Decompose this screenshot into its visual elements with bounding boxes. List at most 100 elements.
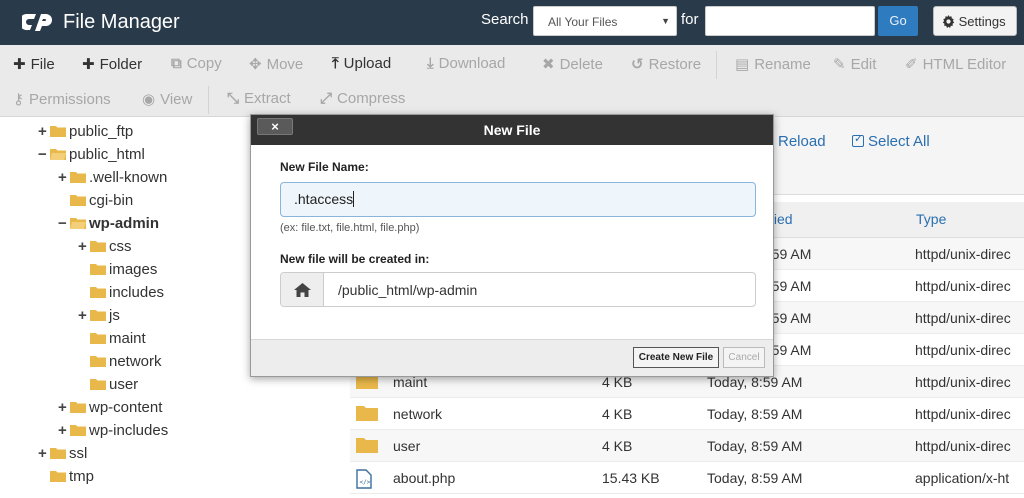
tree-item-label: maint xyxy=(109,330,146,347)
move-icon: ✥ xyxy=(249,56,262,73)
column-type[interactable]: Type xyxy=(916,211,946,227)
html-editor-button[interactable]: ✐ HTML Editor xyxy=(905,55,1006,73)
expand-icon[interactable]: + xyxy=(78,307,90,324)
expand-icon[interactable]: + xyxy=(58,422,70,439)
tree-item-includes[interactable]: includes xyxy=(78,284,164,307)
move-button[interactable]: ✥ Move xyxy=(249,55,303,73)
download-icon: ⤓ xyxy=(427,55,434,72)
edit-button[interactable]: ✎ Edit xyxy=(833,55,876,73)
compress-button[interactable]: ⤢ Compress xyxy=(320,90,405,107)
tree-item-label: wp-includes xyxy=(89,422,169,439)
expand-icon[interactable]: + xyxy=(58,399,70,416)
go-button[interactable]: Go xyxy=(878,6,918,36)
tree-item-cgi-bin[interactable]: cgi-bin xyxy=(58,192,133,215)
svg-text:</>: </> xyxy=(360,479,371,486)
search-scope-select[interactable]: All Your Files ▼ xyxy=(533,6,677,36)
name-cell: about.php xyxy=(393,470,456,486)
copy-button[interactable]: ⧉ Copy xyxy=(171,55,222,72)
folder-icon xyxy=(356,405,378,424)
folder-icon xyxy=(50,469,66,482)
dialog-title: New File xyxy=(483,122,541,138)
view-button[interactable]: ◉ View xyxy=(142,90,192,108)
tree-item-maint[interactable]: maint xyxy=(78,330,146,353)
search-scope-value: All Your Files xyxy=(548,15,618,29)
folder-icon xyxy=(90,262,106,275)
toolbar-divider xyxy=(208,86,209,114)
extract-button[interactable]: ⤡ Extract xyxy=(227,90,291,107)
download-button[interactable]: ⤓ Download xyxy=(427,55,505,72)
tree-item-label: ssl xyxy=(69,445,88,462)
tree-item-js[interactable]: + js xyxy=(78,307,120,330)
for-label: for xyxy=(681,11,699,28)
tree-item-label: wp-admin xyxy=(89,215,159,232)
tree-item-wp-content[interactable]: + wp-content xyxy=(58,399,162,422)
expand-icon[interactable]: + xyxy=(38,445,50,462)
top-header: File Manager Search All Your Files ▼ for… xyxy=(0,0,1024,45)
tree-item-label: public_html xyxy=(69,146,145,163)
tree-item-label: tmp xyxy=(69,468,95,485)
tree-item-tmp[interactable]: tmp xyxy=(38,468,94,491)
table-row[interactable]: network 4 KB Today, 8:59 AM httpd/unix-dire… xyxy=(350,398,1024,430)
settings-button[interactable]: Settings xyxy=(933,6,1017,36)
close-button[interactable]: × xyxy=(257,118,293,135)
plus-icon: ✚ xyxy=(82,56,95,73)
tree-item-public-ftp[interactable]: + public_ftp xyxy=(38,123,133,146)
tree-item-label: .well-known xyxy=(89,169,168,186)
delete-icon: ✖ xyxy=(542,56,555,73)
copy-icon: ⧉ xyxy=(171,55,182,72)
expand-icon[interactable]: + xyxy=(78,238,90,255)
create-new-file-button[interactable]: Create New File xyxy=(633,347,719,368)
new-file-dialog: New File × New File Name: .htaccess (ex:… xyxy=(250,114,774,377)
collapse-icon[interactable]: − xyxy=(58,215,70,232)
text-cursor xyxy=(353,191,355,207)
collapse-icon[interactable]: − xyxy=(38,146,50,163)
app-title: File Manager xyxy=(63,11,180,33)
new-file-name-label: New File Name: xyxy=(280,160,369,174)
restore-button[interactable]: ↺ Restore xyxy=(631,55,701,73)
new-folder-button[interactable]: ✚ Folder xyxy=(82,55,142,73)
expand-icon[interactable]: + xyxy=(58,169,70,186)
tree-item-user[interactable]: user xyxy=(78,376,138,399)
name-cell: network xyxy=(393,406,443,422)
plus-icon: ✚ xyxy=(13,56,26,73)
type-cell: application/x-ht xyxy=(915,470,1010,486)
new-file-name-input[interactable]: .htaccess xyxy=(280,182,756,217)
search-input[interactable] xyxy=(705,6,875,36)
tree-item-wp-includes[interactable]: + wp-includes xyxy=(58,422,168,445)
tree-item-ssl[interactable]: + ssl xyxy=(38,445,87,468)
tree-item-images[interactable]: images xyxy=(78,261,157,284)
cancel-button[interactable]: Cancel xyxy=(723,347,765,368)
file-name-hint: (ex: file.txt, file.html, file.php) xyxy=(280,222,420,234)
folder-open-icon xyxy=(50,147,66,160)
tree-item-wp-admin[interactable]: − wp-admin xyxy=(58,215,159,238)
rename-button[interactable]: ▤ Rename xyxy=(735,55,811,73)
type-cell: httpd/unix-direc xyxy=(915,278,1011,294)
pencil-icon: ✎ xyxy=(833,56,846,73)
expand-icon[interactable]: + xyxy=(38,123,50,140)
permissions-button[interactable]: ⚷ Permissions xyxy=(13,90,111,108)
table-row[interactable]: user 4 KB Today, 8:59 AM httpd/unix-direc xyxy=(350,430,1024,462)
folder-icon xyxy=(50,124,66,137)
cpanel-logo-icon xyxy=(22,14,52,31)
table-row[interactable]: </> about.php 15.43 KB Today, 8:59 AM applic… xyxy=(350,462,1024,494)
folder-icon xyxy=(50,446,66,459)
type-cell: httpd/unix-direc xyxy=(915,310,1011,326)
new-file-button[interactable]: ✚ File xyxy=(13,55,55,73)
tree-item-network[interactable]: network xyxy=(78,353,162,376)
folder-icon xyxy=(90,354,106,367)
tree-item-label: js xyxy=(109,307,120,324)
modified-cell: Today, 8:59 AM xyxy=(707,438,803,454)
tree-item-css[interactable]: + css xyxy=(78,238,132,261)
location-field[interactable]: /public_html/wp-admin xyxy=(280,272,756,307)
select-all-link[interactable]: ✓ Select All xyxy=(852,133,930,150)
restore-icon: ↺ xyxy=(631,56,644,73)
close-icon: × xyxy=(271,119,279,134)
delete-button[interactable]: ✖ Delete xyxy=(542,55,603,73)
key-icon: ⚷ xyxy=(13,91,24,108)
home-icon xyxy=(281,273,324,306)
upload-button[interactable]: ⤒ Upload xyxy=(332,55,391,72)
reload-link[interactable]: Reload xyxy=(778,133,826,150)
tree-item-well-known[interactable]: + .well-known xyxy=(58,169,167,192)
extract-icon: ⤡ xyxy=(227,90,240,107)
tree-item-public-html[interactable]: − public_html xyxy=(38,146,145,169)
